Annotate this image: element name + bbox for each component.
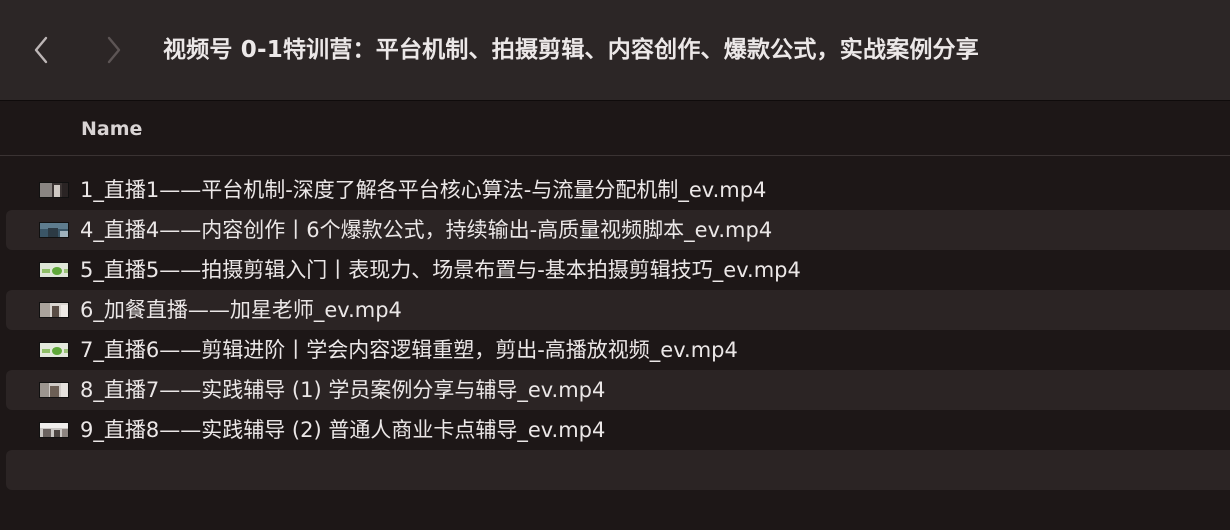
file-name: 4_直播4——内容创作丨6个爆款公式，持续输出-高质量视频脚本_ev.mp4 xyxy=(80,218,773,242)
file-name: 6_加餐直播——加星老师_ev.mp4 xyxy=(80,298,402,322)
file-name: 5_直播5——拍摄剪辑入门丨表现力、场景布置与-基本拍摄剪辑技巧_ev.mp4 xyxy=(80,258,801,282)
file-row[interactable]: 7_直播6——剪辑进阶丨学会内容逻辑重塑，剪出-高播放视频_ev.mp4 xyxy=(6,330,1230,370)
video-thumbnail-icon xyxy=(39,342,69,358)
video-thumbnail-icon xyxy=(39,302,69,318)
window-title: 视频号 0-1特训营：平台机制、拍摄剪辑、内容创作、爆款公式，实战案例分享 xyxy=(163,37,979,63)
back-button[interactable] xyxy=(21,28,61,72)
file-row[interactable]: 5_直播5——拍摄剪辑入门丨表现力、场景布置与-基本拍摄剪辑技巧_ev.mp4 xyxy=(6,250,1230,290)
toolbar: 视频号 0-1特训营：平台机制、拍摄剪辑、内容创作、爆款公式，实战案例分享 xyxy=(0,0,1230,101)
file-row[interactable]: 6_加餐直播——加星老师_ev.mp4 xyxy=(6,290,1230,330)
video-thumbnail-icon xyxy=(39,422,69,438)
video-thumbnail-icon xyxy=(39,262,69,278)
file-row[interactable]: 8_直播7——实践辅导 (1) 学员案例分享与辅导_ev.mp4 xyxy=(6,370,1230,410)
file-list: 1_直播1——平台机制-深度了解各平台核心算法-与流量分配机制_ev.mp4 4… xyxy=(0,170,1230,490)
chevron-left-icon xyxy=(34,36,48,64)
forward-button[interactable] xyxy=(94,28,134,72)
file-row[interactable]: 9_直播8——实践辅导 (2) 普通人商业卡点辅导_ev.mp4 xyxy=(6,410,1230,450)
file-row[interactable]: 4_直播4——内容创作丨6个爆款公式，持续输出-高质量视频脚本_ev.mp4 xyxy=(6,210,1230,250)
column-header-name[interactable]: Name xyxy=(81,116,142,142)
video-thumbnail-icon xyxy=(39,382,69,398)
file-name: 7_直播6——剪辑进阶丨学会内容逻辑重塑，剪出-高播放视频_ev.mp4 xyxy=(80,338,738,362)
file-name: 8_直播7——实践辅导 (1) 学员案例分享与辅导_ev.mp4 xyxy=(80,378,606,402)
video-thumbnail-icon xyxy=(39,182,69,198)
file-row-empty xyxy=(6,450,1230,490)
file-name: 9_直播8——实践辅导 (2) 普通人商业卡点辅导_ev.mp4 xyxy=(80,418,606,442)
finder-window: 视频号 0-1特训营：平台机制、拍摄剪辑、内容创作、爆款公式，实战案例分享 Na… xyxy=(0,0,1230,530)
column-header: Name xyxy=(0,102,1230,156)
chevron-right-icon xyxy=(107,36,121,64)
video-thumbnail-icon xyxy=(39,222,69,238)
file-name: 1_直播1——平台机制-深度了解各平台核心算法-与流量分配机制_ev.mp4 xyxy=(80,178,767,202)
file-row[interactable]: 1_直播1——平台机制-深度了解各平台核心算法-与流量分配机制_ev.mp4 xyxy=(6,170,1230,210)
